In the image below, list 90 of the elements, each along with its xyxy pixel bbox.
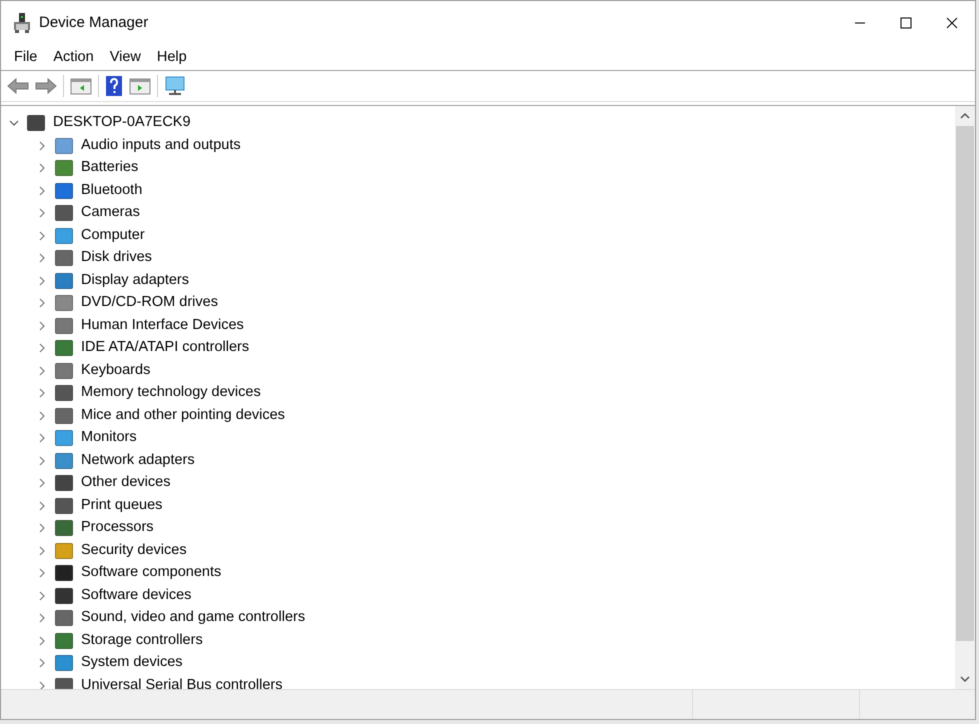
tree-item[interactable]: Network adapters	[81, 450, 195, 472]
device-icon	[55, 160, 73, 176]
tree-item[interactable]: Print queues	[81, 494, 162, 517]
expand-chevron-icon[interactable]	[37, 298, 47, 308]
tree-item[interactable]: DVD/CD-ROM drives	[81, 292, 218, 314]
tree-item[interactable]: Other devices	[81, 472, 170, 494]
expand-chevron-icon[interactable]	[37, 343, 47, 354]
expand-chevron-icon[interactable]	[37, 546, 47, 556]
tree-item[interactable]: Processors	[81, 517, 154, 540]
scrollbar-thumb[interactable]	[956, 126, 974, 641]
device-icon	[55, 452, 73, 469]
device-icon	[55, 205, 73, 222]
expand-chevron-icon[interactable]	[37, 163, 47, 174]
device-icon	[55, 588, 73, 604]
collapse-chevron-icon[interactable]	[9, 118, 19, 128]
device-icon	[55, 430, 73, 446]
tree-item[interactable]: Mice and other pointing devices	[81, 404, 285, 427]
expand-chevron-icon[interactable]	[37, 140, 47, 151]
device-icon	[55, 610, 73, 626]
tree-item[interactable]: Storage controllers	[81, 630, 203, 652]
expand-chevron-icon[interactable]	[37, 388, 47, 398]
tree-item[interactable]: DESKTOP-0A7ECK9	[53, 112, 191, 134]
expand-chevron-icon[interactable]	[37, 320, 47, 331]
expand-chevron-icon[interactable]	[37, 613, 47, 624]
tree-item[interactable]: Audio inputs and outputs	[81, 134, 241, 157]
tree-item[interactable]: Memory technology devices	[81, 382, 261, 404]
device-icon	[55, 408, 73, 424]
tree-item[interactable]: Bluetooth	[81, 180, 142, 202]
device-icon	[55, 362, 73, 379]
tree-item[interactable]: Batteries	[81, 157, 138, 180]
device-icon	[55, 318, 73, 334]
device-icon	[55, 385, 73, 402]
expand-chevron-icon[interactable]	[37, 410, 47, 421]
menu-item[interactable]: File	[7, 46, 44, 68]
tree-item[interactable]: Keyboards	[81, 360, 150, 382]
device-icon	[55, 655, 73, 672]
tree-item[interactable]: Human Interface Devices	[81, 314, 244, 337]
menu-item[interactable]: Help	[150, 46, 194, 68]
forward-arrow-icon[interactable]	[35, 77, 57, 95]
menu-item[interactable]: Action	[46, 46, 101, 68]
device-icon	[55, 498, 73, 514]
window-title: Device Manager	[39, 12, 148, 33]
tree-item[interactable]: Monitors	[81, 427, 137, 450]
help-icon[interactable]	[105, 76, 123, 96]
expand-chevron-icon[interactable]	[37, 230, 47, 241]
device-icon	[55, 182, 73, 199]
device-icon	[55, 295, 73, 312]
device-icon	[55, 565, 73, 582]
expand-chevron-icon[interactable]	[37, 253, 47, 264]
device-icon	[55, 520, 73, 536]
expand-chevron-icon[interactable]	[37, 636, 47, 646]
tree-item[interactable]: Universal Serial Bus controllers	[81, 674, 282, 689]
computer-icon	[27, 115, 45, 132]
device-icon	[55, 678, 73, 689]
expand-chevron-icon[interactable]	[37, 276, 47, 286]
device-icon	[55, 138, 73, 154]
tree-item[interactable]: Software components	[81, 562, 222, 584]
tree-item[interactable]: Sound, video and game controllers	[81, 607, 306, 630]
expand-chevron-icon[interactable]	[37, 478, 47, 488]
tree-item[interactable]: Cameras	[81, 202, 140, 224]
device-icon	[55, 542, 73, 559]
device-icon	[55, 475, 73, 492]
expand-chevron-icon[interactable]	[37, 523, 47, 534]
expand-chevron-icon[interactable]	[37, 568, 47, 578]
expand-chevron-icon[interactable]	[37, 366, 47, 376]
expand-chevron-icon[interactable]	[37, 658, 47, 668]
device-icon	[55, 632, 73, 649]
device-icon	[55, 340, 73, 356]
expand-chevron-icon[interactable]	[37, 208, 47, 218]
expand-chevron-icon[interactable]	[37, 433, 47, 444]
tree-item[interactable]: IDE ATA/ATAPI controllers	[81, 337, 250, 360]
panel-icon[interactable]	[129, 77, 151, 95]
expand-chevron-icon[interactable]	[37, 500, 47, 511]
device-icon	[55, 228, 73, 244]
panel-icon[interactable]	[70, 77, 92, 95]
expand-chevron-icon[interactable]	[37, 186, 47, 196]
tree-item[interactable]: Computer	[81, 224, 145, 247]
tree-item[interactable]: Disk drives	[81, 247, 152, 270]
menu-item[interactable]: View	[102, 46, 148, 68]
back-arrow-icon[interactable]	[7, 77, 29, 95]
tree-item[interactable]: Display adapters	[81, 270, 189, 292]
tree-item[interactable]: Security devices	[81, 540, 187, 562]
expand-chevron-icon[interactable]	[37, 590, 47, 601]
device-icon	[55, 250, 73, 266]
tree-item[interactable]: System devices	[81, 652, 183, 674]
computer-icon	[13, 13, 31, 33]
device-icon	[55, 272, 73, 289]
expand-chevron-icon[interactable]	[37, 456, 47, 466]
tree-item[interactable]: Software devices	[81, 584, 192, 607]
expand-chevron-icon[interactable]	[37, 680, 47, 689]
